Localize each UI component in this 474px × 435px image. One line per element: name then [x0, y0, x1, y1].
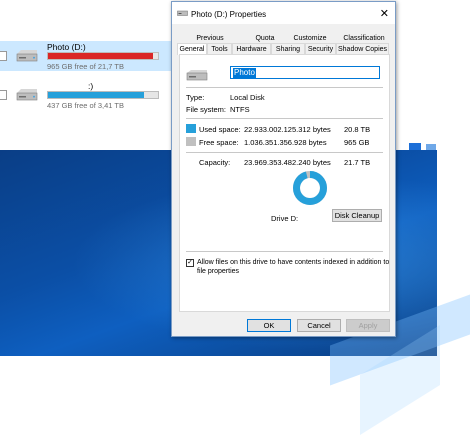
hard-drive-icon: [186, 70, 208, 81]
hard-drive-icon: [16, 50, 38, 62]
drive-item-second[interactable]: :) 437 GB free of 3,41 TB: [0, 80, 172, 110]
index-contents-label: Allow files on this drive to have conten…: [197, 259, 390, 266]
drive-usage-fill: [48, 53, 154, 59]
capacity-size: 21.7 TB: [344, 158, 371, 167]
hard-drive-icon: [16, 89, 38, 101]
volume-name-field[interactable]: Photo: [230, 66, 380, 79]
drive-free-text: 437 GB free of 3,41 TB: [47, 101, 124, 110]
disk-usage-donut: [293, 171, 327, 205]
drive-usage-bar: [47, 91, 159, 99]
used-space-label: Used space:: [199, 125, 241, 134]
hard-drive-icon: [177, 10, 188, 16]
close-icon[interactable]: ✕: [380, 7, 389, 20]
drive-letter-label: Drive D:: [271, 214, 299, 223]
used-space-size: 20.8 TB: [344, 125, 371, 134]
donut-used-segment: [293, 171, 327, 205]
dialog-titlebar[interactable]: Photo (D:) Properties ✕: [172, 2, 395, 24]
index-contents-checkbox[interactable]: ✓: [186, 259, 194, 267]
drive-usage-fill: [48, 92, 145, 98]
divider: [186, 118, 383, 119]
file-system-value: NTFS: [230, 105, 250, 114]
type-label: Type:: [186, 93, 205, 102]
drive-name: :): [88, 81, 94, 91]
file-system-label: File system:: [186, 105, 227, 114]
drive-free-text: 965 GB free of 21,7 TB: [47, 62, 124, 71]
capacity-bytes: 23.969.353.482.240 bytes: [244, 158, 331, 167]
index-contents-label-cont: file properties: [197, 268, 240, 275]
dialog-title: Photo (D:) Properties: [191, 10, 267, 19]
divider: [186, 251, 383, 252]
free-space-label: Free space:: [199, 138, 239, 147]
cancel-button[interactable]: Cancel: [297, 319, 341, 332]
drive-name: Photo (D:): [47, 42, 86, 52]
drive-item-photo[interactable]: Photo (D:) 965 GB free of 21,7 TB: [0, 41, 172, 71]
used-space-swatch: [186, 124, 196, 133]
general-tab-panel: Photo Type: Local Disk File system: NTFS…: [179, 54, 390, 312]
checkmark-icon: ✓: [187, 259, 193, 266]
type-value: Local Disk: [230, 93, 265, 102]
drive-usage-bar: [47, 52, 159, 60]
properties-dialog: Photo (D:) Properties ✕ Previous Version…: [171, 1, 396, 337]
apply-button[interactable]: Apply: [346, 319, 390, 332]
divider: [186, 87, 383, 88]
free-space-swatch: [186, 137, 196, 146]
used-space-bytes: 22.933.002.125.312 bytes: [244, 125, 331, 134]
disk-cleanup-button[interactable]: Disk Cleanup: [332, 209, 382, 222]
volume-name-text: Photo: [233, 68, 256, 78]
free-space-size: 965 GB: [344, 138, 370, 147]
divider: [186, 152, 383, 153]
free-space-bytes: 1.036.351.356.928 bytes: [244, 138, 327, 147]
selection-checkbox[interactable]: [0, 90, 7, 100]
capacity-label: Capacity:: [199, 158, 231, 167]
ok-button[interactable]: OK: [247, 319, 291, 332]
selection-checkbox[interactable]: [0, 51, 7, 61]
